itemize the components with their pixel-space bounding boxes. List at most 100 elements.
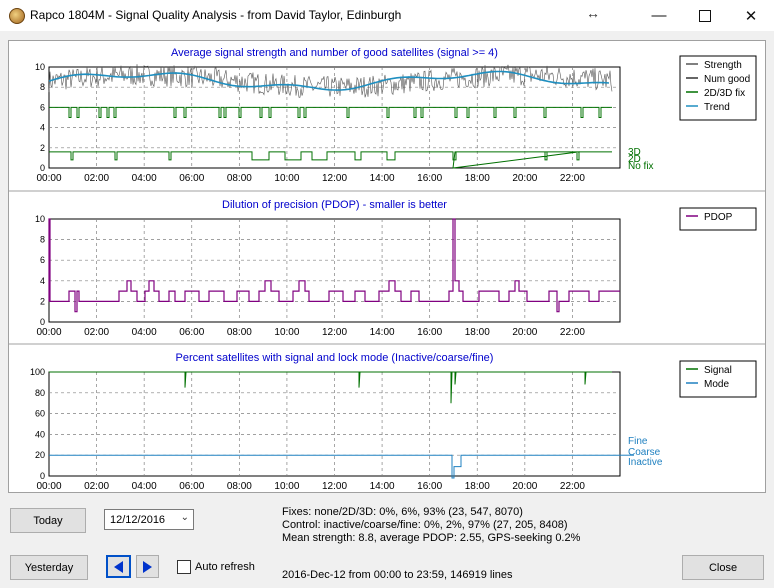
x-tick-label: 12:00	[322, 327, 347, 338]
next-day-button[interactable]	[136, 555, 159, 578]
close-button[interactable]: Close	[682, 555, 764, 580]
legend-label: Num good	[704, 74, 750, 85]
x-tick-label: 10:00	[274, 481, 299, 492]
y-tick-label: 6	[40, 255, 45, 265]
chart-title: Percent satellites with signal and lock …	[176, 352, 494, 364]
y-tick-label: 80	[35, 388, 45, 398]
y-tick-label: 0	[40, 471, 45, 481]
plot-border	[48, 371, 621, 477]
today-button[interactable]: Today	[10, 508, 86, 533]
y-tick-label: 60	[35, 409, 45, 419]
right-arrow-icon	[143, 560, 152, 573]
y-tick-label: 8	[40, 82, 45, 92]
yesterday-button[interactable]: Yesterday	[10, 555, 88, 580]
date-range-text: 2016-Dec-12 from 00:00 to 23:59, 146919 …	[282, 569, 513, 581]
close-button-label: Close	[708, 561, 738, 574]
fix-line	[49, 151, 612, 169]
fixes-stats: Fixes: none/2D/3D: 0%, 6%, 93% (23, 547,…	[282, 506, 523, 518]
x-tick-label: 16:00	[417, 481, 442, 492]
legend-label: PDOP	[704, 212, 733, 223]
checkbox-box[interactable]	[177, 560, 191, 574]
x-tick-label: 08:00	[227, 481, 252, 492]
double-arrow-icon: ↔	[586, 5, 600, 21]
x-tick-label: 18:00	[465, 481, 490, 492]
chart-title: Dilution of precision (PDOP) - smaller i…	[222, 199, 447, 211]
minimize-icon: —	[651, 7, 667, 24]
y-tick-label: 0	[40, 317, 45, 327]
today-button-label: Today	[33, 514, 63, 527]
x-tick-label: 22:00	[560, 327, 585, 338]
x-tick-label: 14:00	[370, 327, 395, 338]
x-tick-label: 20:00	[512, 173, 537, 184]
legend-label: Signal	[704, 365, 732, 376]
y-tick-label: 10	[35, 62, 45, 72]
y-tick-label: 4	[40, 276, 45, 286]
y-tick-label: 100	[30, 367, 45, 377]
x-tick-label: 00:00	[36, 481, 61, 492]
y-tick-label: 40	[35, 429, 45, 439]
x-tick-label: 10:00	[274, 327, 299, 338]
x-tick-label: 18:00	[465, 327, 490, 338]
y-tick-label: 8	[40, 235, 45, 245]
x-tick-label: 02:00	[84, 327, 109, 338]
x-tick-label: 22:00	[560, 481, 585, 492]
yesterday-button-label: Yesterday	[24, 561, 74, 574]
previous-day-button[interactable]	[106, 555, 131, 578]
chevron-down-icon: ⌄	[180, 512, 189, 523]
y-tick-label: 2	[40, 143, 45, 153]
legend-label: 2D/3D fix	[704, 88, 745, 99]
x-tick-label: 22:00	[560, 173, 585, 184]
auto-refresh-label: Auto refresh	[195, 561, 255, 573]
auto-refresh-checkbox[interactable]: Auto refresh	[177, 560, 255, 574]
x-tick-label: 00:00	[36, 327, 61, 338]
legend-label: Mode	[704, 379, 729, 390]
legend-label: Strength	[704, 60, 742, 71]
close-window-button[interactable]: ✕	[728, 0, 774, 31]
chart-title: Average signal strength and number of go…	[171, 47, 498, 59]
x-tick-label: 02:00	[84, 173, 109, 184]
title-bar[interactable]: Rapco 1804M - Signal Quality Analysis - …	[0, 0, 774, 31]
date-picker[interactable]: 12/12/2016 ⌄	[104, 509, 194, 530]
x-tick-label: 16:00	[417, 327, 442, 338]
strength-line	[48, 64, 613, 98]
num-good-line	[49, 106, 612, 118]
y-tick-label: 6	[40, 102, 45, 112]
x-tick-label: 10:00	[274, 173, 299, 184]
x-tick-label: 06:00	[179, 173, 204, 184]
x-tick-label: 04:00	[132, 173, 157, 184]
chart-area: Average signal strength and number of go…	[8, 40, 766, 493]
close-icon: ✕	[744, 7, 758, 25]
x-tick-label: 04:00	[132, 481, 157, 492]
x-tick-label: 00:00	[36, 173, 61, 184]
y-tick-label: 10	[35, 214, 45, 224]
x-tick-label: 06:00	[179, 481, 204, 492]
app-icon	[9, 8, 25, 24]
x-tick-label: 06:00	[179, 327, 204, 338]
x-tick-label: 14:00	[370, 481, 395, 492]
x-tick-label: 14:00	[370, 173, 395, 184]
window-title: Rapco 1804M - Signal Quality Analysis - …	[30, 8, 402, 22]
maximize-button[interactable]	[682, 0, 728, 31]
maximize-icon	[699, 9, 711, 22]
control-stats: Control: inactive/coarse/fine: 0%, 2%, 9…	[282, 519, 568, 531]
x-tick-label: 04:00	[132, 327, 157, 338]
x-tick-label: 16:00	[417, 173, 442, 184]
x-tick-label: 20:00	[512, 327, 537, 338]
minimize-button[interactable]: —	[636, 0, 682, 31]
plot-border	[48, 218, 621, 323]
x-tick-label: 12:00	[322, 481, 347, 492]
y-tick-label: 0	[40, 163, 45, 173]
x-tick-label: 08:00	[227, 327, 252, 338]
y-tick-label: 4	[40, 123, 45, 133]
charts-svg: Average signal strength and number of go…	[9, 47, 765, 492]
x-tick-label: 20:00	[512, 481, 537, 492]
axis-side-label: Fine	[628, 436, 648, 447]
left-arrow-icon	[114, 560, 123, 573]
x-tick-label: 08:00	[227, 173, 252, 184]
mean-stats: Mean strength: 8.8, average PDOP: 2.55, …	[282, 532, 581, 544]
x-tick-label: 18:00	[465, 173, 490, 184]
signal-line	[49, 371, 612, 404]
axis-side-label: Inactive	[628, 457, 663, 468]
x-tick-label: 02:00	[84, 481, 109, 492]
date-value: 12/12/2016	[110, 513, 166, 526]
